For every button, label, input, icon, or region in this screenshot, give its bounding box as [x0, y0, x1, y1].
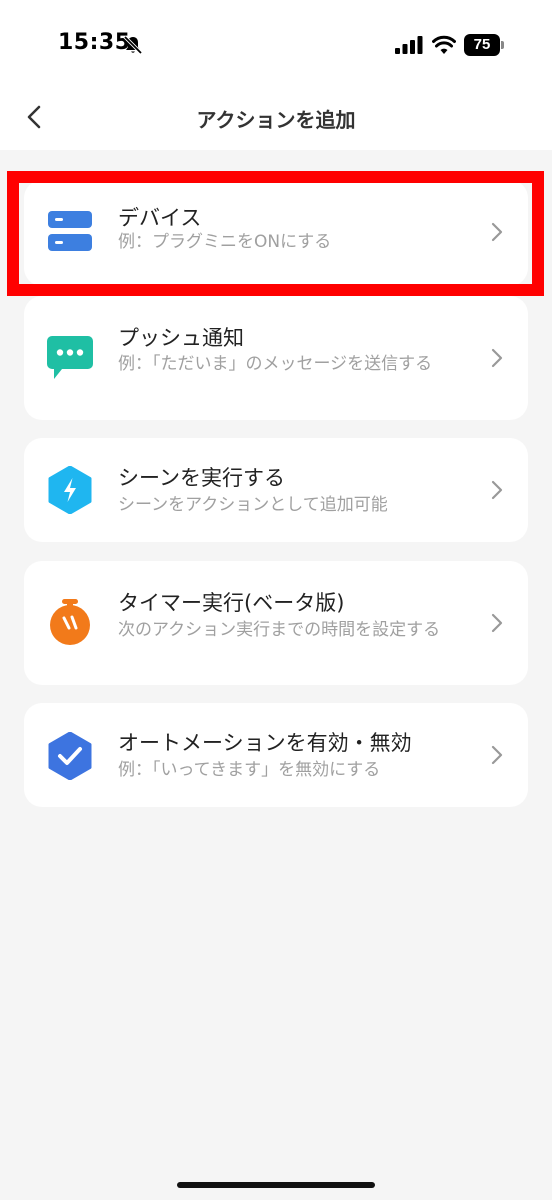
action-item-timer[interactable]: タイマー実行(ベータ版) 次のアクション実行までの時間を設定する — [24, 561, 528, 685]
action-subtitle: シーンをアクションとして追加可能 — [118, 495, 388, 515]
home-indicator — [177, 1182, 375, 1188]
wifi-icon — [432, 35, 456, 54]
action-title: タイマー実行(ベータ版) — [118, 591, 345, 615]
action-title: オートメーションを有効・無効 — [118, 731, 412, 755]
battery-level: 75 — [464, 34, 500, 56]
nav-bar: アクションを追加 — [0, 90, 552, 146]
check-shield-icon — [48, 732, 92, 780]
page-title: アクションを追加 — [196, 108, 356, 132]
action-item-push-notification[interactable]: プッシュ通知 例：「ただいま」のメッセージを送信する — [24, 296, 528, 420]
battery-icon: 75 — [464, 34, 504, 56]
action-title: シーンを実行する — [118, 466, 285, 490]
action-title: プッシュ通知 — [118, 326, 244, 350]
action-subtitle: 次のアクション実行までの時間を設定する — [118, 620, 441, 640]
lightning-hexagon-icon — [48, 466, 92, 514]
highlight-box — [7, 171, 544, 296]
action-subtitle: 例：「ただいま」のメッセージを送信する — [118, 354, 433, 374]
action-subtitle: 例：「いってきます」を無効にする — [118, 760, 381, 780]
chevron-right-icon — [491, 480, 503, 500]
status-time: 15:35 — [58, 30, 131, 55]
stopwatch-icon — [50, 599, 90, 645]
chevron-right-icon — [491, 745, 503, 765]
chevron-right-icon — [491, 348, 503, 368]
bell-slash-icon — [123, 35, 143, 55]
message-bubble-icon — [47, 336, 93, 379]
action-item-run-scene[interactable]: シーンを実行する シーンをアクションとして追加可能 — [24, 438, 528, 542]
battery-cap — [501, 41, 504, 49]
chevron-right-icon — [491, 613, 503, 633]
status-bar: 15:35 75 — [0, 0, 552, 90]
action-item-automation-toggle[interactable]: オートメーションを有効・無効 例：「いってきます」を無効にする — [24, 703, 528, 807]
signal-icon — [395, 36, 423, 54]
